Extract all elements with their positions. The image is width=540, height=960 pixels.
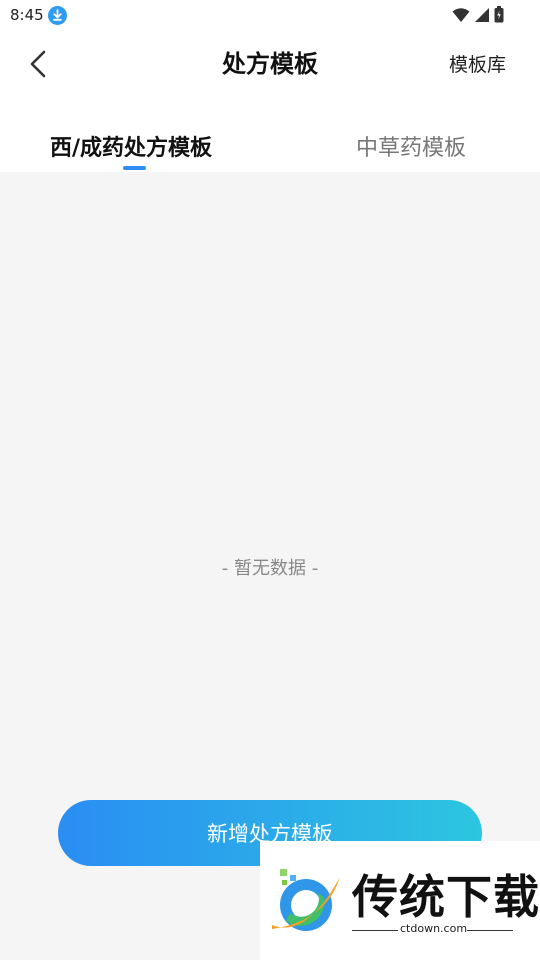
tab-bar: 西/成药处方模板 中草药模板 — [0, 118, 540, 172]
top-app-bar: 处方模板 模板库 — [0, 30, 540, 98]
template-library-button[interactable]: 模板库 — [449, 50, 506, 77]
status-time: 8:45 — [10, 6, 44, 24]
empty-state-text: - 暂无数据 - — [221, 558, 319, 579]
tab-active-indicator — [123, 166, 146, 170]
ctdown-logo-icon — [268, 863, 344, 939]
watermark: 传统下载 ctdown.com — [260, 841, 540, 960]
download-icon — [48, 6, 67, 25]
tab-western-medicine[interactable]: 西/成药处方模板 — [50, 130, 212, 162]
tab-herbal-medicine[interactable]: 中草药模板 — [356, 130, 466, 162]
watermark-url: ctdown.com — [400, 922, 468, 935]
watermark-divider-right — [467, 930, 513, 931]
watermark-divider-left — [352, 930, 398, 931]
status-bar: 8:45 — [0, 0, 540, 30]
battery-icon — [494, 6, 504, 27]
watermark-brand: 传统下载 — [352, 870, 540, 924]
signal-icon — [474, 7, 490, 27]
wifi-icon — [452, 7, 470, 27]
